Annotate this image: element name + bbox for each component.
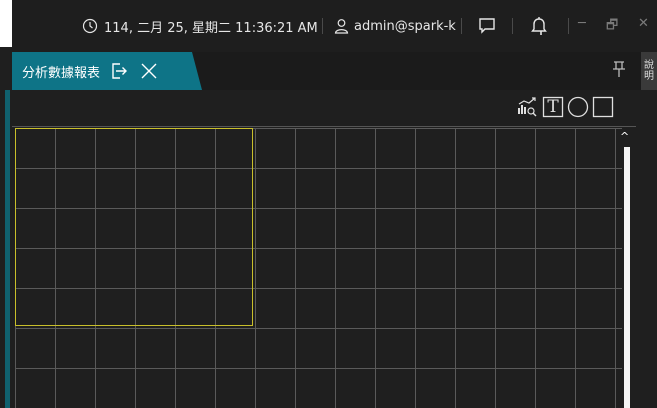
restore-button[interactable]: 🗗 <box>606 16 618 38</box>
clock-icon <box>82 18 98 34</box>
pin-icon[interactable] <box>612 60 626 82</box>
datetime-text: 114, 二月 25, 星期二 11:36:21 AM <box>104 20 318 36</box>
user-name: admin@spark-k <box>354 18 456 34</box>
notification-button[interactable] <box>530 13 548 39</box>
selection-rectangle[interactable] <box>15 128 253 326</box>
divider <box>568 18 569 34</box>
help-side-tab[interactable]: 說 明 <box>641 52 657 90</box>
left-accent-strip <box>5 90 10 408</box>
text-tool-glyph: T <box>547 97 559 117</box>
tab-strip: 分析數據報表 <box>12 52 657 90</box>
window-corner <box>0 0 12 47</box>
circle-icon[interactable] <box>567 96 589 118</box>
user-icon <box>334 18 349 34</box>
text-box-icon[interactable]: T <box>542 96 564 118</box>
divider <box>512 18 513 34</box>
drawing-toolbar: T <box>12 90 636 127</box>
chat-icon <box>478 17 496 35</box>
chat-button[interactable] <box>478 13 496 39</box>
close-icon[interactable] <box>140 62 158 80</box>
divider <box>322 18 323 34</box>
user-display[interactable]: admin@spark-k <box>334 13 456 39</box>
tab-analysis-report[interactable]: 分析數據報表 <box>12 52 202 90</box>
scroll-up-arrow[interactable]: ^ <box>620 130 629 143</box>
bell-icon <box>530 16 548 36</box>
divider <box>461 18 462 34</box>
title-bar: 114, 二月 25, 星期二 11:36:21 AM admin@spark-… <box>12 0 657 52</box>
datetime-display: 114, 二月 25, 星期二 11:36:21 AM <box>82 13 318 39</box>
tab-label: 分析數據報表 <box>22 65 101 81</box>
rectangle-icon[interactable] <box>592 96 614 118</box>
chart-zoom-icon[interactable] <box>516 96 538 118</box>
export-icon[interactable] <box>110 62 128 80</box>
vertical-scrollbar[interactable] <box>624 147 630 408</box>
close-window-button[interactable]: ✕ <box>638 16 649 31</box>
minimize-button[interactable]: ─ <box>578 16 586 31</box>
side-label-char: 說 <box>644 60 654 71</box>
side-label-char: 明 <box>644 71 654 82</box>
